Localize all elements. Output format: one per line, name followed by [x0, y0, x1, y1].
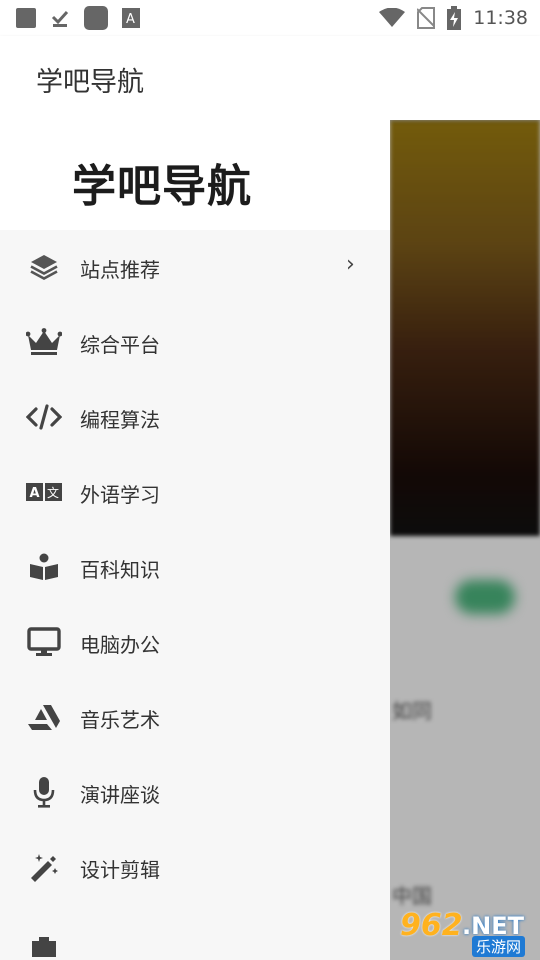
magic-wand-icon — [26, 852, 62, 882]
status-time: 11:38 — [473, 7, 528, 29]
drawer-header: 学吧导航 — [0, 120, 390, 230]
notification-icons: A — [16, 6, 140, 30]
chevron-right-icon: › — [346, 252, 355, 277]
watermark-site: 乐游网 — [472, 936, 526, 957]
app-title: 学吧导航 — [36, 67, 144, 98]
artstation-icon — [26, 702, 62, 732]
menu-item-encyclopedia[interactable]: 百科知识 — [0, 530, 390, 605]
reader-icon — [26, 552, 62, 582]
menu-item-label: 外语学习 — [80, 483, 160, 507]
svg-text:文: 文 — [47, 485, 59, 500]
layers-icon — [26, 252, 62, 282]
crown-icon — [26, 327, 62, 357]
navigation-drawer: 学吧导航 站点推荐 › 综合平台 编程算法 A文 外语学习 百科知识 电脑办公 … — [0, 120, 390, 960]
menu-item-label: 编程算法 — [80, 408, 160, 432]
menu-item-label: 演讲座谈 — [80, 783, 160, 807]
no-sim-icon — [417, 7, 436, 29]
menu-item-office[interactable]: 电脑办公 — [0, 605, 390, 680]
download-done-icon — [51, 10, 69, 27]
status-bar: A 11:38 — [0, 0, 540, 36]
menu-item-language[interactable]: A文 外语学习 — [0, 455, 390, 530]
app-bar: 学吧导航 — [0, 36, 540, 120]
battery-charging-icon — [447, 6, 462, 30]
monitor-icon — [26, 627, 62, 657]
system-icons: 11:38 — [379, 6, 528, 30]
menu-item-partial[interactable] — [0, 905, 390, 960]
svg-text:A: A — [126, 12, 135, 27]
code-icon — [26, 402, 62, 432]
briefcase-icon — [26, 927, 62, 957]
menu-item-programming[interactable]: 编程算法 — [0, 380, 390, 455]
notification-square-icon — [16, 8, 36, 28]
translate-icon: A文 — [26, 477, 62, 507]
menu-item-design-editing[interactable]: 设计剪辑 — [0, 830, 390, 905]
drawer-menu: 站点推荐 › 综合平台 编程算法 A文 外语学习 百科知识 电脑办公 音乐艺术 … — [0, 230, 390, 960]
wifi-icon — [379, 8, 406, 27]
app-notification-icon — [84, 6, 108, 30]
menu-item-platform[interactable]: 综合平台 — [0, 305, 390, 380]
menu-item-lecture[interactable]: 演讲座谈 — [0, 755, 390, 830]
menu-item-label: 电脑办公 — [80, 633, 160, 657]
menu-item-site-recommend[interactable]: 站点推荐 › — [0, 230, 390, 305]
menu-item-music-art[interactable]: 音乐艺术 — [0, 680, 390, 755]
menu-item-label: 站点推荐 — [80, 258, 160, 282]
drawer-logo: 学吧导航 — [72, 161, 252, 212]
watermark-number: 962 — [400, 908, 463, 943]
svg-text:A: A — [30, 486, 40, 501]
watermark-logo: 962 .NET 乐游网 — [400, 908, 536, 957]
font-a-icon: A — [122, 8, 140, 28]
menu-item-label: 综合平台 — [80, 333, 160, 357]
microphone-icon — [26, 777, 62, 808]
menu-item-label: 音乐艺术 — [80, 708, 160, 732]
menu-item-label: 设计剪辑 — [80, 858, 160, 882]
menu-item-label: 百科知识 — [80, 558, 160, 582]
